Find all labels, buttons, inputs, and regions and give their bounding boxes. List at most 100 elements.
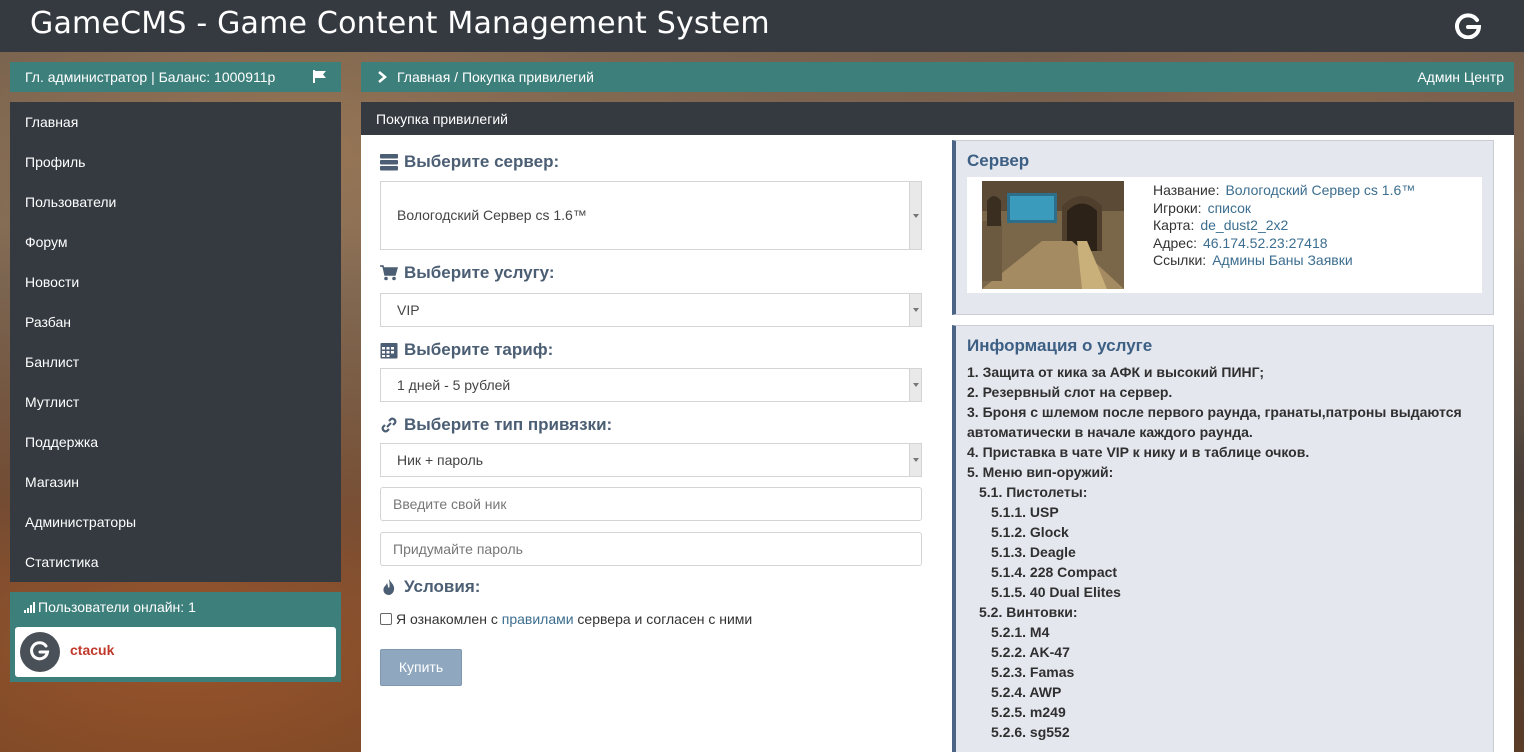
server-info-body: Название: Вологодский Сервер cs 1.6™ Игрок… — [967, 177, 1482, 293]
service-info-card: Информация о услуге 1. Защита от кика за… — [952, 325, 1494, 752]
sidebar-item[interactable]: Магазин — [10, 462, 341, 502]
terms-checkbox[interactable] — [380, 613, 392, 625]
server-info-row: Название: Вологодский Сервер cs 1.6™ — [1153, 182, 1415, 200]
binding-label: Выберите тип привязки: — [404, 415, 613, 434]
online-users-list: ctacuk — [10, 622, 341, 682]
binding-section-title: Выберите тип привязки: — [381, 415, 613, 435]
online-user-item[interactable]: ctacuk — [15, 627, 336, 677]
service-line: 5.2.5. m249 — [991, 704, 1066, 720]
service-label: Выберите услугу: — [404, 263, 555, 282]
terms-section-title: Условия: — [383, 577, 480, 597]
server-info-row: Адрес: 46.174.52.23:27418 — [1153, 235, 1415, 253]
online-users-header: Пользователи онлайн: 1 — [10, 592, 341, 622]
breadcrumb-path[interactable]: Главная / Покупка привилегий — [397, 69, 594, 85]
service-select-value: VIP — [397, 302, 420, 318]
site-title[interactable]: GameCMS - Game Content Management System — [30, 6, 770, 41]
server-info-value[interactable]: список — [1208, 200, 1251, 216]
sidebar-item[interactable]: Разбан — [10, 302, 341, 342]
server-info-value[interactable]: Админы Баны Заявки — [1212, 252, 1353, 268]
sidebar-item[interactable]: Поддержка — [10, 422, 341, 462]
server-icon — [380, 154, 398, 171]
panel-title: Покупка привилегий — [376, 111, 508, 127]
cart-icon — [380, 265, 398, 281]
chevron-right-icon — [378, 71, 387, 83]
service-section-title: Выберите услугу: — [380, 263, 555, 283]
binding-select[interactable]: Ник + пароль — [380, 443, 922, 477]
terms-text-pre: Я ознакомлен с — [396, 611, 502, 627]
server-info-label: Карта: — [1153, 217, 1195, 233]
service-line: 4. Приставка в чате VIP к нику и в табли… — [967, 444, 1310, 460]
server-info-list: Название: Вологодский Сервер cs 1.6™ Игрок… — [1153, 182, 1415, 270]
select-arrow-icon[interactable] — [909, 294, 921, 326]
avatar[interactable] — [20, 632, 60, 672]
nick-input[interactable] — [380, 487, 922, 521]
online-users-label: Пользователи онлайн: 1 — [38, 599, 196, 615]
service-line: 2. Резервный слот на сервер. — [967, 384, 1173, 400]
gamecms-logo-icon[interactable] — [1455, 13, 1481, 39]
sidebar-item[interactable]: Банлист — [10, 342, 341, 382]
service-line: 5.2. Винтовки: — [979, 604, 1078, 620]
map-thumbnail — [982, 181, 1124, 289]
server-info-label: Ссылки: — [1153, 252, 1207, 268]
online-username[interactable]: ctacuk — [70, 642, 114, 658]
sidebar-nav: Главная Профиль Пользователи Форум Новости Ра… — [10, 102, 341, 582]
flag-icon[interactable] — [313, 70, 327, 83]
signal-icon — [24, 602, 35, 613]
tariff-select-value: 1 дней - 5 рублей — [397, 377, 511, 393]
select-arrow-icon[interactable] — [909, 369, 921, 401]
server-section-title: Выберите сервер: — [380, 152, 560, 172]
server-select[interactable]: Вологодский Сервер cs 1.6™ — [380, 181, 922, 250]
select-arrow-icon[interactable] — [909, 182, 921, 249]
service-line: автоматически в начале каждого раунда. — [967, 424, 1253, 440]
server-info-value[interactable]: de_dust2_2x2 — [1200, 217, 1288, 233]
service-line: 5.1.3. Deagle — [991, 544, 1076, 560]
service-card-title: Информация о услуге — [967, 336, 1153, 355]
terms-text-post: сервера и согласен с ними — [573, 611, 753, 627]
service-line: 5.1. Пистолеты: — [979, 484, 1088, 500]
sidebar-item[interactable]: Статистика — [10, 542, 341, 582]
default-avatar-icon — [30, 641, 50, 661]
service-line: 5.1.1. USP — [991, 504, 1059, 520]
top-bar: GameCMS - Game Content Management System — [0, 0, 1524, 52]
purchase-panel: Выберите сервер: Вологодский Сервер cs 1… — [361, 135, 1514, 752]
service-line: 5. Меню вип-оружий: — [967, 464, 1114, 480]
tariff-select[interactable]: 1 дней - 5 рублей — [380, 368, 922, 402]
server-info-label: Игроки: — [1153, 199, 1202, 216]
select-arrow-icon[interactable] — [909, 444, 921, 476]
sidebar-item[interactable]: Администраторы — [10, 502, 341, 542]
server-card-title: Сервер — [967, 151, 1030, 170]
password-input[interactable] — [380, 532, 922, 566]
sidebar-item[interactable]: Новости — [10, 262, 341, 302]
service-line: 5.2.6. sg552 — [991, 724, 1070, 740]
server-info-row: Игроки: список — [1153, 200, 1415, 218]
fire-icon — [383, 579, 395, 595]
user-balance-bar: Гл. администратор | Баланс: 1000911р — [10, 62, 341, 92]
server-label: Выберите сервер: — [404, 152, 560, 171]
buy-button[interactable]: Купить — [380, 649, 462, 686]
sidebar-item[interactable]: Профиль — [10, 142, 341, 182]
server-info-value[interactable]: Вологодский Сервер cs 1.6™ — [1225, 182, 1415, 198]
admin-center-link[interactable]: Админ Центр — [1417, 69, 1504, 85]
rules-link[interactable]: правилами — [502, 611, 574, 627]
service-select[interactable]: VIP — [380, 293, 922, 327]
server-info-label: Адрес: — [1153, 234, 1197, 251]
service-line: 3. Броня с шлемом после первого раунда, … — [967, 404, 1462, 420]
service-line: 5.2.4. AWP — [991, 684, 1062, 700]
tariff-label: Выберите тариф: — [404, 340, 554, 359]
tariff-section-title: Выберите тариф: — [380, 340, 554, 360]
sidebar-item[interactable]: Главная — [10, 102, 341, 142]
map-preview-image — [982, 181, 1124, 289]
service-line: 5.2.2. AK-47 — [991, 644, 1070, 660]
calendar-icon — [380, 343, 398, 359]
breadcrumb: Главная / Покупка привилегий Админ Центр — [361, 62, 1514, 92]
server-info-row: Карта: de_dust2_2x2 — [1153, 217, 1415, 235]
sidebar-item[interactable]: Форум — [10, 222, 341, 262]
service-line: 5.2.3. Famas — [991, 664, 1075, 680]
service-line: 5.1.4. 228 Compact — [991, 564, 1118, 580]
sidebar-item[interactable]: Пользователи — [10, 182, 341, 222]
server-info-value[interactable]: 46.174.52.23:27418 — [1203, 235, 1328, 251]
panel-header: Покупка привилегий — [361, 102, 1514, 135]
sidebar-item[interactable]: Мутлист — [10, 382, 341, 422]
server-info-card: Сервер Название: Вологодский Сервер cs 1.… — [952, 140, 1494, 315]
link-icon — [381, 417, 397, 433]
